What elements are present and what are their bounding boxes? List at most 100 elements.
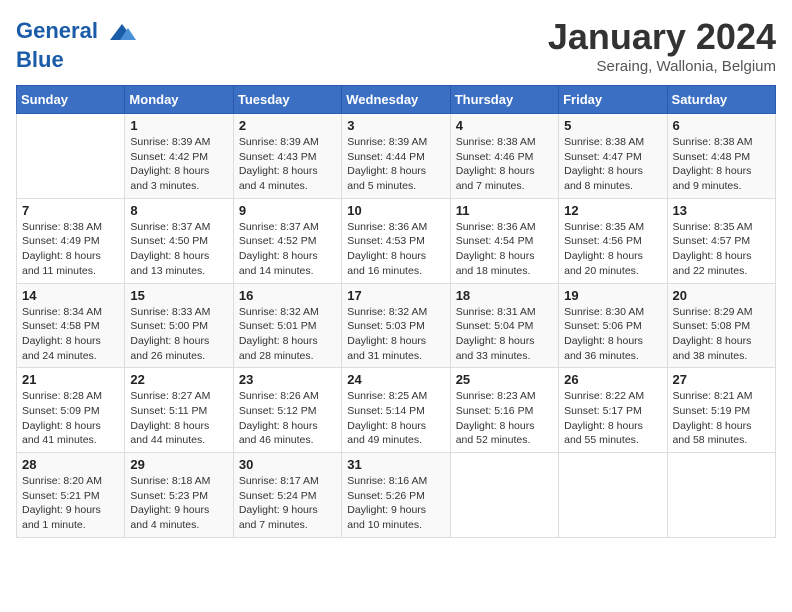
day-info: Sunrise: 8:18 AM Sunset: 5:23 PM Dayligh… bbox=[130, 474, 227, 533]
calendar-cell: 11 Sunrise: 8:36 AM Sunset: 4:54 PM Dayli… bbox=[450, 198, 558, 283]
day-info: Sunrise: 8:39 AM Sunset: 4:43 PM Dayligh… bbox=[239, 135, 336, 194]
day-info: Sunrise: 8:28 AM Sunset: 5:09 PM Dayligh… bbox=[22, 389, 119, 448]
day-info: Sunrise: 8:25 AM Sunset: 5:14 PM Dayligh… bbox=[347, 389, 444, 448]
day-info: Sunrise: 8:22 AM Sunset: 5:17 PM Dayligh… bbox=[564, 389, 661, 448]
day-number: 30 bbox=[239, 457, 336, 472]
day-info: Sunrise: 8:37 AM Sunset: 4:52 PM Dayligh… bbox=[239, 220, 336, 279]
day-number: 31 bbox=[347, 457, 444, 472]
calendar-cell: 14 Sunrise: 8:34 AM Sunset: 4:58 PM Dayli… bbox=[17, 283, 125, 368]
day-number: 21 bbox=[22, 372, 119, 387]
day-info: Sunrise: 8:17 AM Sunset: 5:24 PM Dayligh… bbox=[239, 474, 336, 533]
day-info: Sunrise: 8:20 AM Sunset: 5:21 PM Dayligh… bbox=[22, 474, 119, 533]
calendar-cell: 28 Sunrise: 8:20 AM Sunset: 5:21 PM Dayli… bbox=[17, 453, 125, 538]
day-number: 3 bbox=[347, 118, 444, 133]
calendar-cell: 15 Sunrise: 8:33 AM Sunset: 5:00 PM Dayli… bbox=[125, 283, 233, 368]
calendar-cell: 29 Sunrise: 8:18 AM Sunset: 5:23 PM Dayli… bbox=[125, 453, 233, 538]
calendar-cell: 5 Sunrise: 8:38 AM Sunset: 4:47 PM Daylig… bbox=[559, 114, 667, 199]
day-number: 23 bbox=[239, 372, 336, 387]
calendar-cell: 12 Sunrise: 8:35 AM Sunset: 4:56 PM Dayli… bbox=[559, 198, 667, 283]
day-info: Sunrise: 8:35 AM Sunset: 4:56 PM Dayligh… bbox=[564, 220, 661, 279]
day-number: 19 bbox=[564, 288, 661, 303]
day-info: Sunrise: 8:32 AM Sunset: 5:03 PM Dayligh… bbox=[347, 305, 444, 364]
calendar-cell bbox=[559, 453, 667, 538]
weekday-header-monday: Monday bbox=[125, 86, 233, 114]
logo-blue: Blue bbox=[16, 48, 140, 72]
day-info: Sunrise: 8:36 AM Sunset: 4:53 PM Dayligh… bbox=[347, 220, 444, 279]
day-info: Sunrise: 8:33 AM Sunset: 5:00 PM Dayligh… bbox=[130, 305, 227, 364]
day-number: 10 bbox=[347, 203, 444, 218]
month-title: January 2024 bbox=[548, 16, 776, 58]
day-info: Sunrise: 8:31 AM Sunset: 5:04 PM Dayligh… bbox=[456, 305, 553, 364]
day-number: 18 bbox=[456, 288, 553, 303]
day-number: 25 bbox=[456, 372, 553, 387]
day-info: Sunrise: 8:38 AM Sunset: 4:47 PM Dayligh… bbox=[564, 135, 661, 194]
calendar-cell: 17 Sunrise: 8:32 AM Sunset: 5:03 PM Dayli… bbox=[342, 283, 450, 368]
location-subtitle: Seraing, Wallonia, Belgium bbox=[548, 58, 776, 75]
day-info: Sunrise: 8:27 AM Sunset: 5:11 PM Dayligh… bbox=[130, 389, 227, 448]
calendar-cell: 24Sunrise: 8:25 AM Sunset: 5:14 PM Dayli… bbox=[342, 368, 450, 453]
logo: General Blue bbox=[16, 16, 140, 72]
day-number: 6 bbox=[673, 118, 770, 133]
logo-general: General bbox=[16, 18, 98, 43]
calendar-cell: 8 Sunrise: 8:37 AM Sunset: 4:50 PM Daylig… bbox=[125, 198, 233, 283]
day-number: 8 bbox=[130, 203, 227, 218]
day-number: 14 bbox=[22, 288, 119, 303]
weekday-header-tuesday: Tuesday bbox=[233, 86, 341, 114]
weekday-header-thursday: Thursday bbox=[450, 86, 558, 114]
day-info: Sunrise: 8:39 AM Sunset: 4:44 PM Dayligh… bbox=[347, 135, 444, 194]
day-number: 28 bbox=[22, 457, 119, 472]
day-number: 22 bbox=[130, 372, 227, 387]
calendar-cell: 26 Sunrise: 8:22 AM Sunset: 5:17 PM Dayli… bbox=[559, 368, 667, 453]
day-info: Sunrise: 8:34 AM Sunset: 4:58 PM Dayligh… bbox=[22, 305, 119, 364]
day-info: Sunrise: 8:21 AM Sunset: 5:19 PM Dayligh… bbox=[673, 389, 770, 448]
day-info: Sunrise: 8:26 AM Sunset: 5:12 PM Dayligh… bbox=[239, 389, 336, 448]
weekday-header-wednesday: Wednesday bbox=[342, 86, 450, 114]
day-number: 17 bbox=[347, 288, 444, 303]
day-info: Sunrise: 8:38 AM Sunset: 4:46 PM Dayligh… bbox=[456, 135, 553, 194]
calendar-cell: 4 Sunrise: 8:38 AM Sunset: 4:46 PM Daylig… bbox=[450, 114, 558, 199]
day-number: 12 bbox=[564, 203, 661, 218]
calendar-cell: 13Sunrise: 8:35 AM Sunset: 4:57 PM Dayli… bbox=[667, 198, 775, 283]
day-number: 5 bbox=[564, 118, 661, 133]
day-info: Sunrise: 8:38 AM Sunset: 4:48 PM Dayligh… bbox=[673, 135, 770, 194]
calendar-cell: 20 Sunrise: 8:29 AM Sunset: 5:08 PM Dayli… bbox=[667, 283, 775, 368]
calendar-cell: 7Sunrise: 8:38 AM Sunset: 4:49 PM Daylig… bbox=[17, 198, 125, 283]
calendar-cell: 23 Sunrise: 8:26 AM Sunset: 5:12 PM Dayli… bbox=[233, 368, 341, 453]
calendar-cell bbox=[17, 114, 125, 199]
day-info: Sunrise: 8:39 AM Sunset: 4:42 PM Dayligh… bbox=[130, 135, 227, 194]
day-info: Sunrise: 8:38 AM Sunset: 4:49 PM Dayligh… bbox=[22, 220, 119, 279]
calendar-cell: 30 Sunrise: 8:17 AM Sunset: 5:24 PM Dayli… bbox=[233, 453, 341, 538]
day-info: Sunrise: 8:36 AM Sunset: 4:54 PM Dayligh… bbox=[456, 220, 553, 279]
title-area: January 2024 Seraing, Wallonia, Belgium bbox=[548, 16, 776, 75]
calendar-cell: 18 Sunrise: 8:31 AM Sunset: 5:04 PM Dayli… bbox=[450, 283, 558, 368]
day-number: 1 bbox=[130, 118, 227, 133]
day-number: 15 bbox=[130, 288, 227, 303]
calendar-cell: 31 Sunrise: 8:16 AM Sunset: 5:26 PM Dayli… bbox=[342, 453, 450, 538]
day-info: Sunrise: 8:32 AM Sunset: 5:01 PM Dayligh… bbox=[239, 305, 336, 364]
day-info: Sunrise: 8:23 AM Sunset: 5:16 PM Dayligh… bbox=[456, 389, 553, 448]
calendar-cell: 25 Sunrise: 8:23 AM Sunset: 5:16 PM Dayli… bbox=[450, 368, 558, 453]
calendar-cell: 6 Sunrise: 8:38 AM Sunset: 4:48 PM Daylig… bbox=[667, 114, 775, 199]
calendar-cell: 22 Sunrise: 8:27 AM Sunset: 5:11 PM Dayli… bbox=[125, 368, 233, 453]
weekday-header-saturday: Saturday bbox=[667, 86, 775, 114]
day-number: 20 bbox=[673, 288, 770, 303]
header: General Blue January 2024 Seraing, Wallo… bbox=[16, 16, 776, 75]
calendar-cell: 2 Sunrise: 8:39 AM Sunset: 4:43 PM Daylig… bbox=[233, 114, 341, 199]
day-number: 26 bbox=[564, 372, 661, 387]
weekday-header-friday: Friday bbox=[559, 86, 667, 114]
day-info: Sunrise: 8:37 AM Sunset: 4:50 PM Dayligh… bbox=[130, 220, 227, 279]
calendar-cell: 3 Sunrise: 8:39 AM Sunset: 4:44 PM Daylig… bbox=[342, 114, 450, 199]
day-info: Sunrise: 8:16 AM Sunset: 5:26 PM Dayligh… bbox=[347, 474, 444, 533]
day-number: 4 bbox=[456, 118, 553, 133]
calendar-cell: 16Sunrise: 8:32 AM Sunset: 5:01 PM Dayli… bbox=[233, 283, 341, 368]
calendar-cell bbox=[667, 453, 775, 538]
calendar-cell: 27Sunrise: 8:21 AM Sunset: 5:19 PM Dayli… bbox=[667, 368, 775, 453]
weekday-header-sunday: Sunday bbox=[17, 86, 125, 114]
day-number: 2 bbox=[239, 118, 336, 133]
calendar-cell: 10 Sunrise: 8:36 AM Sunset: 4:53 PM Dayli… bbox=[342, 198, 450, 283]
calendar-table: SundayMondayTuesdayWednesdayThursdayFrid… bbox=[16, 85, 776, 538]
day-info: Sunrise: 8:29 AM Sunset: 5:08 PM Dayligh… bbox=[673, 305, 770, 364]
day-number: 29 bbox=[130, 457, 227, 472]
day-number: 9 bbox=[239, 203, 336, 218]
day-number: 11 bbox=[456, 203, 553, 218]
